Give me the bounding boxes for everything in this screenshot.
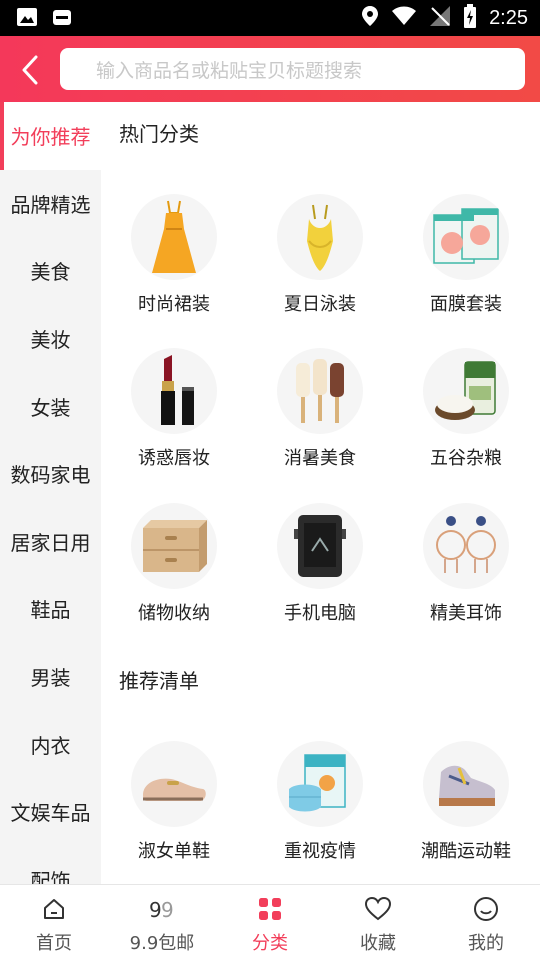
swimsuit-image	[277, 194, 363, 280]
clock-time: 2:25	[489, 6, 528, 29]
category-grid-icon	[256, 895, 284, 923]
back-button[interactable]	[8, 48, 52, 92]
category-content: 热门分类 时尚裙装 夏日泳装 面膜套装 诱惑唇妆 消暑美食 五谷杂粮 储物收纳 …	[101, 102, 540, 884]
loafer-image	[131, 741, 217, 827]
top-header: 输入商品名或粘贴宝贝标题搜索	[0, 36, 540, 102]
app-notification-icon	[52, 7, 72, 31]
section-title-recommended-list: 推荐清单	[119, 669, 199, 693]
section-title-hot: 热门分类	[119, 122, 199, 146]
sidebar-item-brands[interactable]: 品牌精选	[0, 170, 101, 238]
tab-profile[interactable]: 我的	[432, 885, 540, 960]
sidebar-item-accessories[interactable]: 配饰	[0, 846, 101, 884]
facemask-box-image	[423, 194, 509, 280]
category-sidebar: 为你推荐 品牌精选 美食 美妆 女装 数码家电 居家日用 鞋品 男装 内衣 文娱…	[0, 102, 101, 884]
lipstick-image	[131, 348, 217, 434]
sidebar-item-mens-wear[interactable]: 男装	[0, 643, 101, 711]
category-item[interactable]: 夏日泳装	[247, 194, 393, 316]
sidebar-item-food[interactable]: 美食	[0, 237, 101, 305]
category-item[interactable]: 诱惑唇妆	[101, 348, 247, 470]
svg-text:9: 9	[149, 898, 162, 921]
location-icon	[361, 5, 379, 31]
tab-category[interactable]: 分类	[216, 885, 324, 960]
dress-image	[131, 194, 217, 280]
rice-bag-image	[423, 348, 509, 434]
status-bar: 2:25	[0, 0, 540, 36]
sidebar-item-home[interactable]: 居家日用	[0, 508, 101, 576]
battery-charging-icon	[463, 4, 477, 32]
face-mask-image	[277, 741, 363, 827]
svg-text:9: 9	[161, 898, 174, 921]
tab-nine-nine-free-shipping[interactable]: 99 9.9包邮	[108, 885, 216, 960]
search-input[interactable]: 输入商品名或粘贴宝贝标题搜索	[60, 48, 525, 90]
sidebar-item-makeup[interactable]: 美妆	[0, 305, 101, 373]
home-icon	[40, 895, 68, 923]
category-item[interactable]: 五谷杂粮	[393, 348, 539, 470]
sidebar-item-womens-wear[interactable]: 女装	[0, 372, 101, 440]
gallery-notification-icon	[16, 7, 38, 31]
earrings-image	[423, 503, 509, 589]
rugged-phone-image	[277, 503, 363, 589]
category-item[interactable]: 储物收纳	[101, 503, 247, 625]
storage-drawer-image	[131, 503, 217, 589]
category-item[interactable]: 手机电脑	[247, 503, 393, 625]
sidebar-item-underwear[interactable]: 内衣	[0, 710, 101, 778]
chevron-left-icon	[22, 55, 38, 85]
heart-icon	[364, 895, 392, 923]
nine-nine-icon: 99	[148, 895, 176, 923]
category-item[interactable]: 精美耳饰	[393, 503, 539, 625]
sidebar-item-shoes[interactable]: 鞋品	[0, 575, 101, 643]
no-signal-icon	[429, 5, 451, 31]
sneaker-image	[423, 741, 509, 827]
search-placeholder: 输入商品名或粘贴宝贝标题搜索	[96, 59, 363, 82]
tab-home[interactable]: 首页	[0, 885, 108, 960]
sidebar-item-recommended[interactable]: 为你推荐	[0, 102, 101, 170]
category-item[interactable]: 潮酷运动鞋	[393, 741, 539, 863]
category-item[interactable]: 时尚裙装	[101, 194, 247, 316]
wifi-icon	[391, 6, 417, 30]
icecream-image	[277, 348, 363, 434]
tab-favorites[interactable]: 收藏	[324, 885, 432, 960]
sidebar-item-electronics[interactable]: 数码家电	[0, 440, 101, 508]
category-item[interactable]: 重视疫情	[247, 741, 393, 863]
category-item[interactable]: 面膜套装	[393, 194, 539, 316]
category-item[interactable]: 消暑美食	[247, 348, 393, 470]
bottom-navigation: 首页 99 9.9包邮 分类 收藏 我的	[0, 884, 540, 960]
category-item[interactable]: 淑女单鞋	[101, 741, 247, 863]
sidebar-item-entertainment-auto[interactable]: 文娱车品	[0, 778, 101, 846]
profile-smile-icon	[472, 895, 500, 923]
